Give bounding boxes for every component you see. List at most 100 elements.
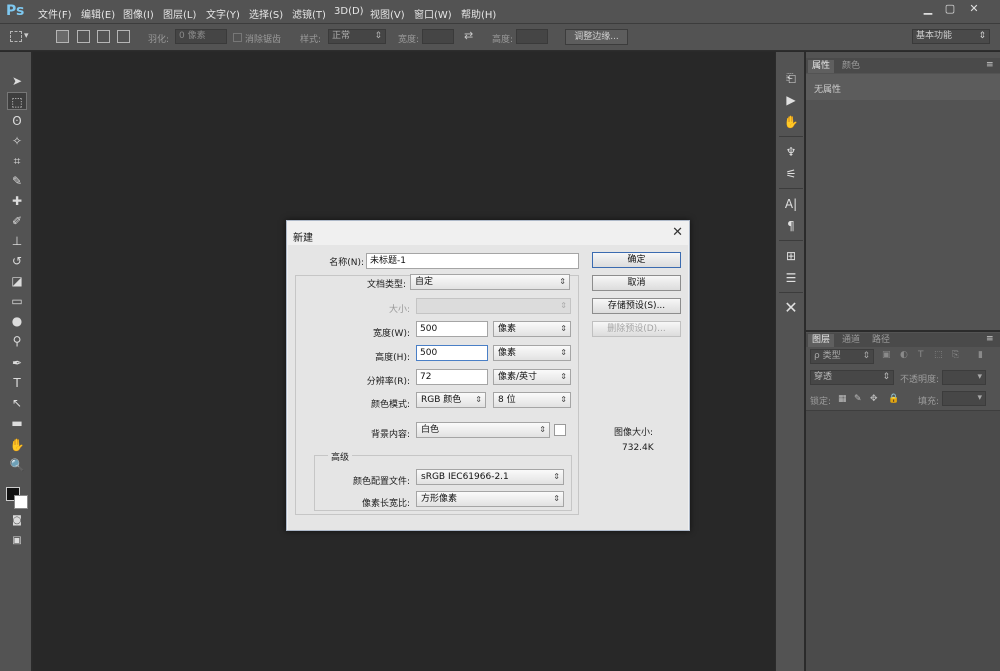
lasso-tool-icon[interactable]: ʘ: [7, 112, 27, 130]
layer-kind-filter[interactable]: ρ 类型 ⇕: [810, 349, 874, 364]
lock-all-icon[interactable]: 🔒: [888, 394, 899, 404]
menu-select[interactable]: 选择(S): [249, 6, 283, 21]
dodge-tool-icon[interactable]: ⚲: [7, 332, 27, 350]
paragraph-icon[interactable]: ¶: [782, 218, 800, 234]
filter-adjustment-icon[interactable]: ◐: [900, 350, 908, 360]
menu-window[interactable]: 窗口(W): [414, 6, 452, 21]
size-select[interactable]: ⇕: [416, 298, 571, 314]
cancel-button[interactable]: 取消: [592, 275, 681, 291]
background-color-swatch[interactable]: [554, 424, 566, 436]
workspace-select[interactable]: 基本功能 ⇕: [912, 29, 990, 44]
tool-presets-icon[interactable]: ✋: [782, 114, 800, 130]
clone-stamp-tool-icon[interactable]: ⊥: [7, 232, 27, 250]
add-selection-icon[interactable]: [77, 30, 90, 43]
history-brush-tool-icon[interactable]: ↺: [7, 252, 27, 270]
subtract-selection-icon[interactable]: [97, 30, 110, 43]
marquee-tool-icon[interactable]: [10, 31, 22, 42]
filter-pixel-icon[interactable]: ▣: [882, 350, 891, 360]
eyedropper-tool-icon[interactable]: ✎: [7, 172, 27, 190]
menu-type[interactable]: 文字(Y): [206, 6, 240, 21]
gradient-tool-icon[interactable]: ▭: [7, 292, 27, 310]
bit-depth-select[interactable]: 8 位 ⇕: [493, 392, 571, 408]
hand-tool-icon[interactable]: ✋: [7, 436, 27, 454]
menu-layer[interactable]: 图层(L): [163, 6, 196, 21]
style-select[interactable]: 正常 ⇕: [328, 29, 386, 44]
name-input[interactable]: 未标题-1: [366, 253, 579, 269]
resolution-unit-select[interactable]: 像素/英寸 ⇕: [493, 369, 571, 385]
new-selection-icon[interactable]: [56, 30, 69, 43]
width-input[interactable]: [422, 29, 454, 44]
pen-tool-icon[interactable]: ✒: [7, 354, 27, 372]
screen-mode-icon[interactable]: ▣: [7, 532, 27, 550]
menu-edit[interactable]: 编辑(E): [81, 6, 115, 21]
antialias-checkbox[interactable]: [233, 33, 242, 42]
filter-shape-icon[interactable]: ⬚: [934, 350, 943, 360]
menu-3d[interactable]: 3D(D): [334, 6, 364, 17]
color-profile-select[interactable]: sRGB IEC61966-2.1 ⇕: [416, 469, 564, 485]
height-input[interactable]: 500: [416, 345, 488, 361]
tab-layers[interactable]: 图层: [808, 334, 835, 347]
type-tool-icon[interactable]: T: [7, 374, 27, 392]
close-icon[interactable]: ✕: [672, 225, 683, 240]
filter-smart-object-icon[interactable]: ⎘: [952, 350, 959, 360]
magic-wand-tool-icon[interactable]: ✧: [7, 132, 27, 150]
rectangle-shape-tool-icon[interactable]: ▬: [7, 414, 27, 432]
filter-type-icon[interactable]: T: [918, 350, 924, 360]
blend-mode-select[interactable]: 穿透 ⇕: [810, 370, 894, 385]
zoom-tool-icon[interactable]: 🔍: [7, 456, 27, 474]
actions-play-icon[interactable]: ▶: [782, 92, 800, 108]
swatches-icon[interactable]: ⊞: [782, 248, 800, 264]
height-unit-select[interactable]: 像素 ⇕: [493, 345, 571, 361]
blur-tool-icon[interactable]: ●: [7, 312, 27, 330]
crop-tool-icon[interactable]: ⌗: [7, 152, 27, 170]
background-color-swatch[interactable]: [14, 495, 28, 509]
path-selection-tool-icon[interactable]: ↖: [7, 394, 27, 412]
feather-input[interactable]: 0 像素: [175, 29, 227, 44]
tool-preset-arrow-icon[interactable]: ▾: [24, 31, 29, 41]
filter-toggle-icon[interactable]: ▮: [978, 350, 983, 360]
menu-filter[interactable]: 滤镜(T): [292, 6, 326, 21]
panel-menu-icon[interactable]: ≡: [986, 334, 994, 344]
fill-input[interactable]: ▾: [942, 391, 986, 406]
delete-preset-button[interactable]: 删除预设(D)...: [592, 321, 681, 337]
refine-edge-button[interactable]: 调整边缘...: [565, 29, 628, 45]
tab-paths[interactable]: 路径: [868, 334, 894, 347]
history-icon[interactable]: ⎗: [782, 70, 800, 86]
intersect-selection-icon[interactable]: [117, 30, 130, 43]
tab-color[interactable]: 颜色: [838, 60, 864, 73]
save-preset-button[interactable]: 存储预设(S)...: [592, 298, 681, 314]
healing-brush-tool-icon[interactable]: ✚: [7, 192, 27, 210]
pixel-aspect-select[interactable]: 方形像素 ⇕: [416, 491, 564, 507]
menu-image[interactable]: 图像(I): [123, 6, 154, 21]
doc-type-select[interactable]: 自定 ⇕: [410, 274, 570, 290]
brush-presets-icon[interactable]: ♆: [782, 144, 800, 160]
minimize-button[interactable]: ▁: [918, 2, 938, 16]
lock-position-icon[interactable]: ✥: [870, 394, 878, 404]
color-mode-select[interactable]: RGB 颜色 ⇕: [416, 392, 486, 408]
tab-channels[interactable]: 通道: [838, 334, 864, 347]
lock-transparent-icon[interactable]: ▦: [838, 394, 847, 404]
quick-mask-icon[interactable]: ◙: [7, 512, 27, 530]
menu-view[interactable]: 视图(V): [370, 6, 405, 21]
close-window-button[interactable]: ✕: [964, 2, 984, 16]
brush-tool-icon[interactable]: ✐: [7, 212, 27, 230]
panel-menu-icon[interactable]: ≡: [986, 60, 994, 70]
lock-pixels-icon[interactable]: ✎: [854, 394, 862, 404]
rectangular-marquee-tool-icon[interactable]: ⬚: [7, 92, 27, 110]
swap-icon[interactable]: ⇄: [464, 29, 473, 42]
background-select[interactable]: 白色 ⇕: [416, 422, 550, 438]
adjustments-icon[interactable]: ⚟: [782, 166, 800, 182]
ok-button[interactable]: 确定: [592, 252, 681, 268]
menu-help[interactable]: 帮助(H): [461, 6, 496, 21]
width-input[interactable]: 500: [416, 321, 488, 337]
resolution-input[interactable]: 72: [416, 369, 488, 385]
move-tool-icon[interactable]: ➤: [7, 72, 27, 90]
width-unit-select[interactable]: 像素 ⇕: [493, 321, 571, 337]
maximize-button[interactable]: ▢: [940, 2, 960, 16]
eraser-tool-icon[interactable]: ◪: [7, 272, 27, 290]
character-icon[interactable]: A|: [782, 196, 800, 212]
opacity-input[interactable]: ▾: [942, 370, 986, 385]
notes-icon[interactable]: ☰: [782, 270, 800, 286]
tab-properties[interactable]: 属性: [808, 60, 835, 73]
menu-file[interactable]: 文件(F): [38, 6, 72, 21]
